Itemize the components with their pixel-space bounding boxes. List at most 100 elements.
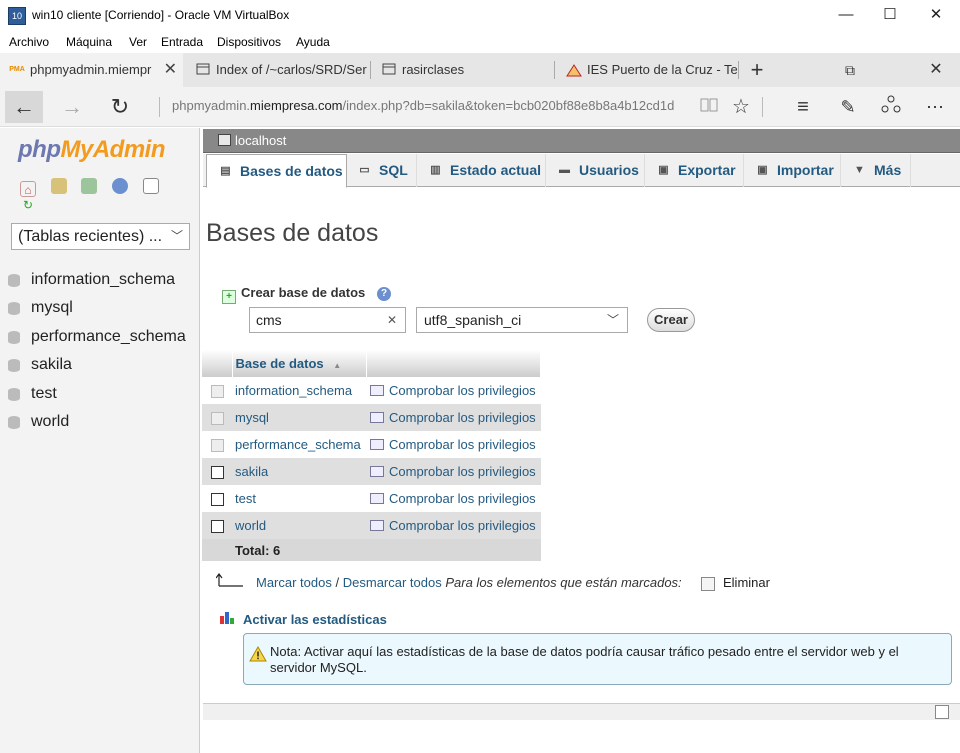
new-database-name-input[interactable]: cms ✕: [249, 307, 406, 333]
check-privileges-link[interactable]: Comprobar los privilegios: [366, 458, 541, 485]
database-column-header[interactable]: Base de datos ▲: [232, 350, 367, 377]
row-checkbox: [210, 385, 224, 399]
url-field[interactable]: phpmyadmin.miempresa.com/index.php?db=sa…: [172, 98, 682, 113]
tree-item-test[interactable]: test: [8, 380, 186, 408]
share-icon[interactable]: [878, 95, 904, 119]
row-checkbox[interactable]: [210, 466, 224, 480]
actions-column-header: [366, 350, 541, 377]
import-icon: ▣: [757, 164, 768, 176]
browser-tab-ies[interactable]: IES Puerto de la Cruz - Tel: [557, 53, 737, 87]
favorite-icon[interactable]: ☆: [728, 95, 754, 119]
phpmyadmin-logo[interactable]: phpMyAdmin: [18, 136, 165, 164]
tab-separator: [554, 61, 555, 79]
page-icon: [381, 63, 397, 77]
web-notes-icon[interactable]: ✎: [835, 95, 861, 119]
tab-status[interactable]: ▥ Estado actual: [417, 154, 546, 187]
tree-item-sakila[interactable]: sakila: [8, 351, 186, 379]
more-options-icon[interactable]: ⋯: [922, 95, 948, 119]
maximize-button[interactable]: ☐: [870, 4, 910, 26]
reload-icon[interactable]: ↻: [20, 197, 36, 213]
database-icon: [8, 330, 20, 344]
school-icon: [566, 63, 582, 77]
tab-separator: [370, 61, 371, 79]
menu-ver[interactable]: Ver: [129, 35, 147, 49]
docs-icon[interactable]: [142, 178, 159, 194]
tab-restore-icon[interactable]: ⧉: [830, 53, 870, 87]
row-checkbox[interactable]: [210, 520, 224, 534]
database-link[interactable]: information_schema: [232, 377, 366, 404]
database-link[interactable]: mysql: [232, 404, 366, 431]
delete-icon[interactable]: [701, 577, 715, 591]
tab-users[interactable]: ▬ Usuarios: [546, 154, 645, 187]
close-tab-icon[interactable]: ✕: [164, 53, 177, 87]
refresh-button[interactable]: ↻: [101, 91, 139, 123]
tab-sql[interactable]: ▭ SQL: [346, 154, 417, 187]
tab-export[interactable]: ▣ Exportar: [645, 154, 744, 187]
server-link[interactable]: localhost: [235, 133, 286, 148]
query-window-icon[interactable]: [81, 178, 98, 194]
mark-all-link[interactable]: Marcar todos: [256, 575, 332, 590]
browser-tab-phpmyadmin[interactable]: PMA phpmyadmin.miempr ✕: [0, 53, 183, 87]
database-link[interactable]: sakila: [232, 458, 366, 485]
row-checkbox[interactable]: [210, 493, 224, 507]
exit-icon[interactable]: [50, 178, 67, 194]
tab-label: IES Puerto de la Cruz - Tel: [587, 62, 737, 77]
menu-entrada[interactable]: Entrada: [161, 35, 203, 49]
browser-tab-rasirclases[interactable]: rasirclases: [372, 53, 552, 87]
clear-input-icon[interactable]: ✕: [387, 308, 397, 332]
hub-icon[interactable]: ≡: [790, 95, 816, 119]
close-button[interactable]: ✕: [916, 4, 956, 26]
check-privileges-link[interactable]: Comprobar los privilegios: [366, 512, 541, 539]
tab-label: Index of /~carlos/SRD/Ser: [216, 62, 367, 77]
notice-text: Nota: Activar aquí las estadísticas de l…: [270, 644, 899, 675]
reading-view-icon[interactable]: [696, 95, 722, 119]
users-icon: ▬: [559, 164, 570, 176]
help-icon[interactable]: ?: [377, 287, 391, 301]
privileges-icon: [370, 439, 384, 450]
menu-maquina[interactable]: Máquina: [66, 35, 112, 49]
tab-more[interactable]: ▼ Más: [841, 154, 911, 187]
tab-databases[interactable]: ▤ Bases de datos: [206, 154, 347, 188]
chevron-down-icon: ﹀: [606, 313, 619, 327]
browser-tab-index[interactable]: Index of /~carlos/SRD/Ser: [186, 53, 368, 87]
check-privileges-link[interactable]: Comprobar los privilegios: [366, 377, 541, 404]
more-icon: ▼: [854, 164, 865, 176]
menu-ayuda[interactable]: Ayuda: [296, 35, 330, 49]
create-button[interactable]: Crear: [647, 308, 695, 332]
table-row: information_schema Comprobar los privile…: [202, 377, 541, 404]
tree-item-performance-schema[interactable]: performance_schema: [8, 323, 186, 351]
tab-label: rasirclases: [402, 62, 465, 77]
database-icon: [8, 274, 20, 287]
delete-button[interactable]: Eliminar: [723, 575, 770, 590]
check-privileges-link[interactable]: Comprobar los privilegios: [366, 485, 541, 512]
separator: [762, 97, 763, 117]
tree-item-world[interactable]: world: [8, 408, 186, 436]
console-icon[interactable]: [935, 705, 949, 719]
collation-select[interactable]: utf8_spanish_ci ﹀: [416, 307, 628, 333]
menu-dispositivos[interactable]: Dispositivos: [217, 35, 281, 49]
help-icon[interactable]: [111, 178, 128, 194]
forward-button[interactable]: →: [53, 91, 91, 123]
menu-archivo[interactable]: Archivo: [9, 35, 49, 49]
arrow-up-left-icon: [216, 573, 243, 587]
minimize-button[interactable]: —: [826, 4, 866, 26]
server-breadcrumb: localhost: [203, 129, 960, 153]
tab-import[interactable]: ▣ Importar: [744, 154, 841, 187]
home-icon[interactable]: ⌂: [20, 181, 36, 197]
address-bar: ← → ↻ phpmyadmin.miempresa.com/index.php…: [0, 87, 960, 127]
database-link[interactable]: performance_schema: [232, 431, 366, 458]
pma-favicon-icon: PMA: [9, 66, 25, 73]
database-link[interactable]: world: [232, 512, 366, 539]
tree-item-information-schema[interactable]: information_schema: [8, 266, 186, 294]
back-button[interactable]: ←: [5, 91, 43, 123]
database-link[interactable]: test: [232, 485, 366, 512]
check-privileges-link[interactable]: Comprobar los privilegios: [366, 431, 541, 458]
unmark-all-link[interactable]: Desmarcar todos: [343, 575, 442, 590]
close-browser-icon[interactable]: ✕: [916, 53, 956, 87]
recent-tables-select[interactable]: (Tablas recientes) ... ﹀: [11, 223, 190, 250]
new-tab-button[interactable]: +: [737, 53, 777, 87]
tree-item-mysql[interactable]: mysql: [8, 294, 186, 322]
privileges-icon: [370, 412, 384, 423]
enable-statistics-link[interactable]: Activar las estadísticas: [243, 612, 387, 627]
check-privileges-link[interactable]: Comprobar los privilegios: [366, 404, 541, 431]
